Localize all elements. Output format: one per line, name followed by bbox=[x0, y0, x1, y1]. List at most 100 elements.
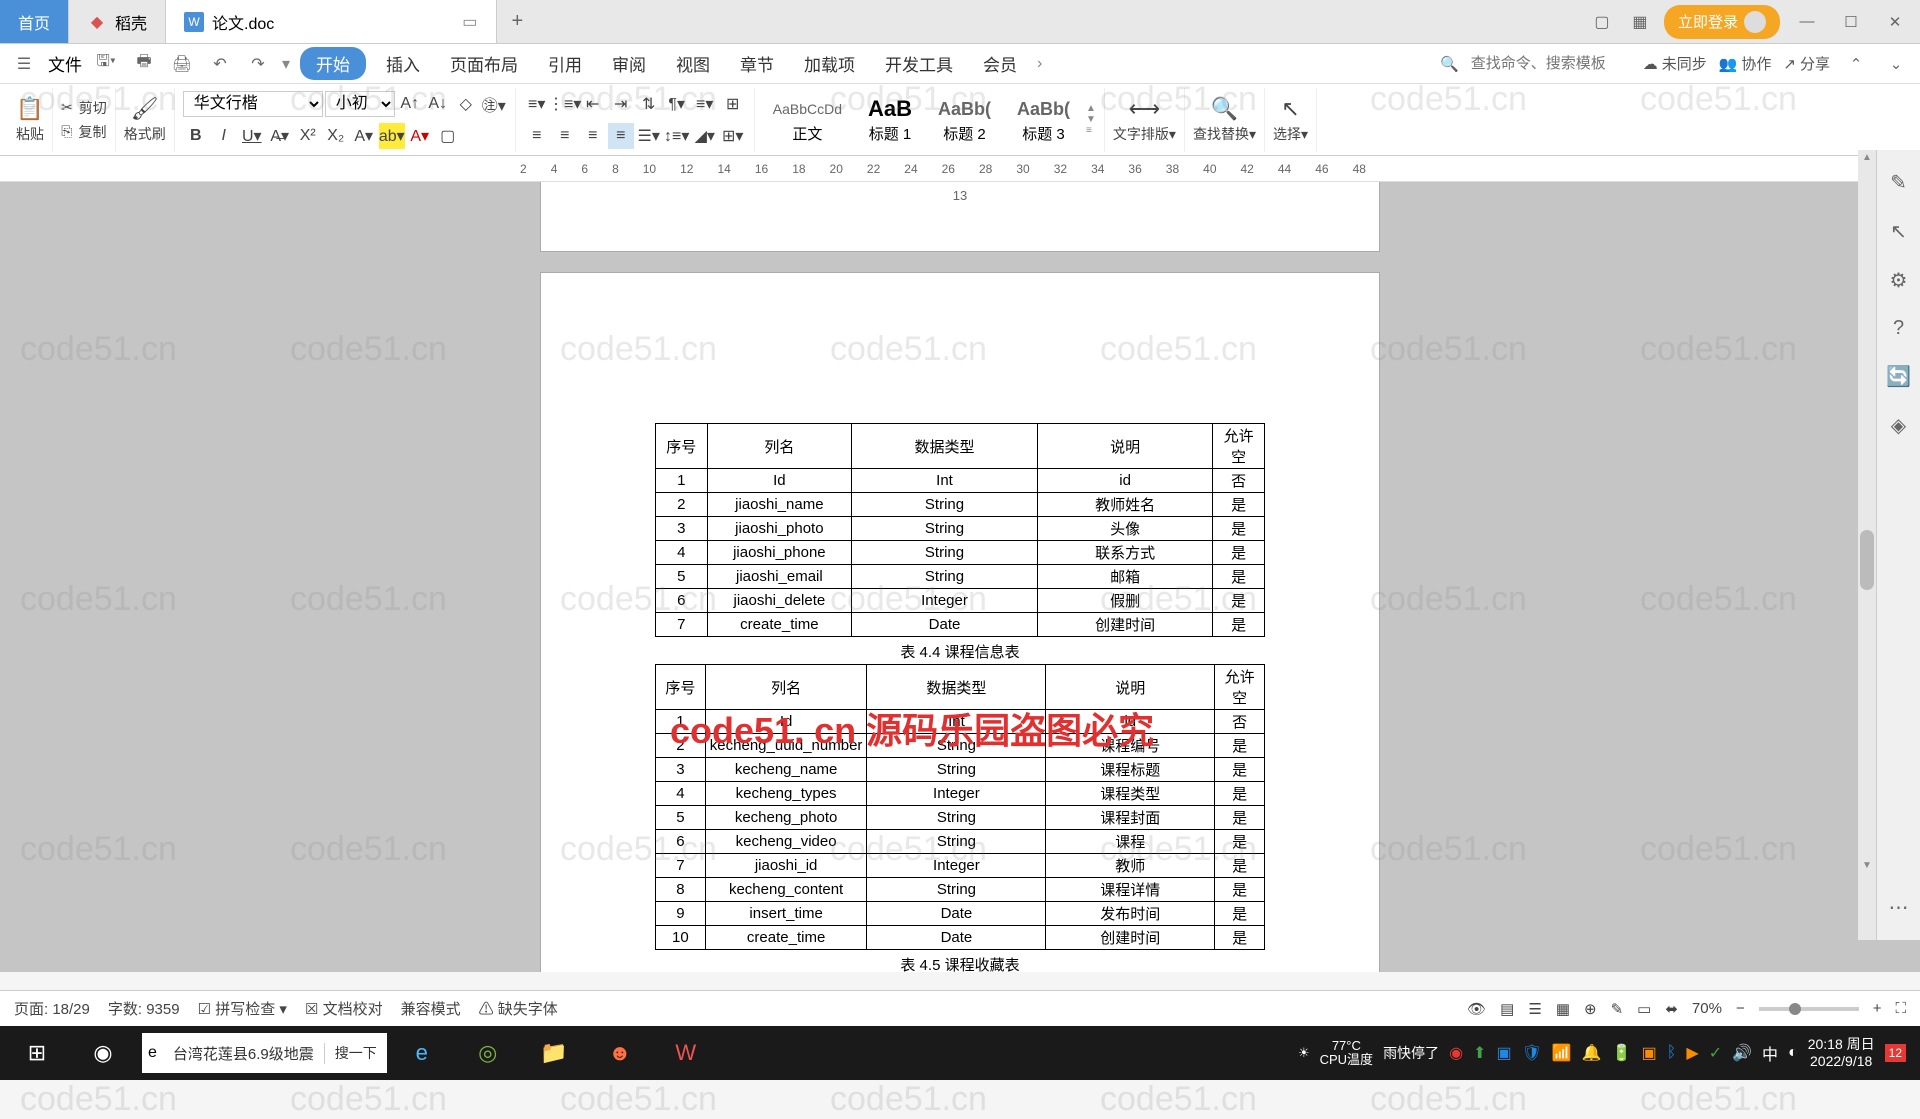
style-gallery-nav[interactable]: ▲▼≡ bbox=[1086, 103, 1096, 136]
settings-slider-icon[interactable]: ⚙ bbox=[1890, 268, 1908, 293]
print-preview-icon[interactable]: 🖶 bbox=[130, 50, 158, 78]
zoom-in[interactable]: + bbox=[1873, 1000, 1882, 1017]
read-view-icon[interactable]: ▤ bbox=[1500, 1000, 1514, 1018]
cpu-temp[interactable]: 77°C CPU温度 bbox=[1320, 1039, 1373, 1068]
task-ie[interactable]: e bbox=[391, 1029, 453, 1077]
scroll-up-icon[interactable]: ▲ bbox=[1860, 152, 1874, 166]
align-left-icon[interactable]: ≡ bbox=[524, 123, 550, 149]
clear-format-icon[interactable]: ◇ bbox=[453, 91, 479, 117]
redo-icon[interactable]: ↷ bbox=[244, 50, 272, 78]
style-normal[interactable]: AaBbCcDd 正文 bbox=[763, 93, 852, 146]
eye-icon[interactable]: 👁 bbox=[1467, 1000, 1486, 1018]
tray-icon-2[interactable]: ⬆ bbox=[1473, 1043, 1486, 1063]
task-app1[interactable]: ☻ bbox=[589, 1029, 651, 1077]
select-button[interactable]: ↖ 选择▾ bbox=[1273, 96, 1308, 144]
line-spacing-icon[interactable]: ↕≡▾ bbox=[664, 123, 690, 149]
weather-widget[interactable]: ☀ bbox=[1298, 1046, 1310, 1060]
tray-action-center-icon[interactable]: 12 bbox=[1885, 1044, 1906, 1062]
undo-icon[interactable]: ↶ bbox=[206, 50, 234, 78]
expand-icon[interactable]: ⌄ bbox=[1882, 50, 1910, 78]
tab-add[interactable]: + bbox=[497, 0, 537, 43]
cut-button[interactable]: ✂剪切 bbox=[61, 98, 107, 118]
bullet-list-icon[interactable]: ≡▾ bbox=[524, 91, 550, 117]
page-indicator[interactable]: 页面: 18/29 bbox=[14, 998, 90, 1019]
login-button[interactable]: 立即登录 bbox=[1664, 5, 1780, 39]
menu-page-layout[interactable]: 页面布局 bbox=[440, 47, 528, 80]
globe-icon[interactable]: ⊕ bbox=[1584, 1000, 1597, 1018]
tab-home[interactable]: 首页 bbox=[0, 0, 69, 43]
tray-icon-6[interactable]: ✓ bbox=[1709, 1043, 1722, 1063]
number-list-icon[interactable]: ⋮≡▾ bbox=[552, 91, 578, 117]
tab-document[interactable]: W 论文.doc ▭ bbox=[166, 0, 497, 43]
vertical-scrollbar[interactable]: ▲ ▼ bbox=[1858, 150, 1876, 940]
fullscreen-icon[interactable]: ⛶ bbox=[1895, 1000, 1906, 1017]
print-icon[interactable]: 🖨 bbox=[168, 50, 196, 78]
tray-notification-icon[interactable]: 🔔 bbox=[1582, 1043, 1602, 1063]
line-spacing-tight-icon[interactable]: ≡▾ bbox=[692, 91, 718, 117]
more-icon[interactable]: ⋯ bbox=[1889, 895, 1909, 920]
maximize-button[interactable]: ☐ bbox=[1834, 7, 1868, 37]
tray-icon-5[interactable]: ▶ bbox=[1686, 1043, 1698, 1063]
menu-reference[interactable]: 引用 bbox=[538, 47, 592, 80]
style-heading1[interactable]: AaB 标题 1 bbox=[858, 93, 922, 146]
align-center-icon[interactable]: ≡ bbox=[552, 123, 578, 149]
doc-check-button[interactable]: ☒ 文档校对 bbox=[305, 998, 383, 1019]
zoom-fit-width-icon[interactable]: ▭ bbox=[1637, 1000, 1651, 1018]
distribute-icon[interactable]: ☰▾ bbox=[636, 123, 662, 149]
ruler[interactable]: 2468101214161820222426283032343638404244… bbox=[0, 156, 1920, 182]
layout-grid-icon[interactable]: ▦ bbox=[1626, 8, 1654, 36]
grow-font-icon[interactable]: A↑ bbox=[397, 91, 423, 117]
zoom-out[interactable]: − bbox=[1736, 1000, 1745, 1017]
shading-icon[interactable]: ◢▾ bbox=[692, 123, 718, 149]
taskbar-search[interactable]: e 台湾花莲县6.9级地震 搜一下 bbox=[142, 1033, 387, 1073]
copy-button[interactable]: ⎘复制 bbox=[61, 122, 106, 142]
underline-button[interactable]: U▾ bbox=[239, 123, 265, 149]
task-explorer[interactable]: 📁 bbox=[523, 1029, 585, 1077]
layout-1-icon[interactable]: ▢ bbox=[1588, 8, 1616, 36]
spell-check-toggle[interactable]: ☑ 拼写检查 ▾ bbox=[198, 998, 287, 1019]
tab-daoke[interactable]: ◆ 稻壳 bbox=[69, 0, 166, 43]
align-right-icon[interactable]: ≡ bbox=[580, 123, 606, 149]
font-color-button[interactable]: A▾ bbox=[407, 123, 433, 149]
menu-insert[interactable]: 插入 bbox=[376, 47, 430, 80]
word-count[interactable]: 字数: 9359 bbox=[108, 998, 180, 1019]
zoom-fit-page-icon[interactable]: ⬌ bbox=[1665, 1000, 1678, 1018]
collab-button[interactable]: 👥协作 bbox=[1719, 53, 1772, 74]
menu-start[interactable]: 开始 bbox=[300, 47, 366, 80]
align-justify-icon[interactable]: ≡ bbox=[608, 123, 634, 149]
task-wps[interactable]: W bbox=[655, 1029, 717, 1077]
tray-bluetooth-icon[interactable]: ᛒ bbox=[1667, 1044, 1677, 1062]
increase-indent-icon[interactable]: ⇥ bbox=[608, 91, 634, 117]
bold-button[interactable]: B bbox=[183, 123, 209, 149]
tray-icon-7[interactable]: ◐ bbox=[1788, 1044, 1798, 1062]
phonetic-guide-icon[interactable]: ㊟▾ bbox=[481, 91, 507, 117]
sort-icon[interactable]: ⇅ bbox=[636, 91, 662, 117]
tray-volume-icon[interactable]: 🔊 bbox=[1732, 1043, 1752, 1063]
save-icon[interactable]: 🖫▾ bbox=[92, 50, 120, 78]
search-input[interactable] bbox=[1471, 55, 1631, 72]
pencil-icon[interactable]: ✎ bbox=[1890, 170, 1907, 195]
tray-battery-icon[interactable]: 🔋 bbox=[1612, 1043, 1632, 1063]
help-icon[interactable]: ? bbox=[1893, 317, 1904, 340]
translate-icon[interactable]: 🔄 bbox=[1886, 364, 1911, 389]
text-effect-button[interactable]: A▾ bbox=[351, 123, 377, 149]
superscript-button[interactable]: X² bbox=[295, 123, 321, 149]
font-select[interactable]: 华文行楷 bbox=[183, 91, 323, 117]
menu-review[interactable]: 审阅 bbox=[602, 47, 656, 80]
start-button[interactable]: ⊞ bbox=[6, 1029, 68, 1077]
paste-button[interactable]: 📋 粘贴 bbox=[16, 96, 44, 144]
missing-font[interactable]: ⚠ 缺失字体 bbox=[479, 998, 558, 1019]
document-page[interactable]: 序号列名数据类型说明允许空1IdIntid否2jiaoshi_nameStrin… bbox=[540, 272, 1380, 972]
tray-icon-1[interactable]: ◉ bbox=[1449, 1043, 1463, 1063]
subscript-button[interactable]: X₂ bbox=[323, 123, 349, 149]
italic-button[interactable]: I bbox=[211, 123, 237, 149]
close-button[interactable]: ✕ bbox=[1878, 7, 1912, 37]
find-replace-button[interactable]: 🔍 查找替换▾ bbox=[1193, 96, 1256, 144]
web-view-icon[interactable]: ▦ bbox=[1556, 1000, 1570, 1018]
dropdown-icon[interactable]: ▾ bbox=[282, 54, 290, 74]
menu-view[interactable]: 视图 bbox=[666, 47, 720, 80]
cortana-icon[interactable]: ◉ bbox=[72, 1029, 134, 1077]
style-heading3[interactable]: AaBb( 标题 3 bbox=[1007, 93, 1080, 146]
unsync-button[interactable]: ☁未同步 bbox=[1643, 53, 1707, 74]
tray-security-icon[interactable]: 🛡 bbox=[1522, 1043, 1542, 1063]
